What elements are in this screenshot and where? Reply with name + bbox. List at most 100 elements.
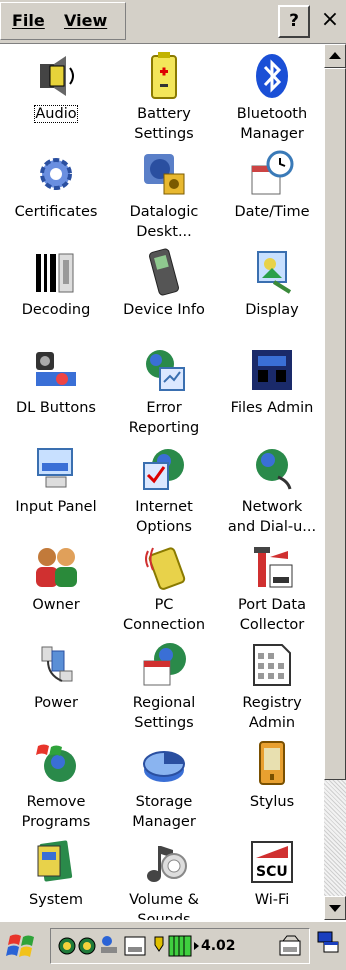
wifi-icon: SCU [251, 841, 293, 883]
control-panel-item-date-time[interactable]: Date/Time [218, 150, 324, 222]
menu-file[interactable]: File [12, 11, 45, 30]
power-icon [41, 646, 73, 682]
network-icon [256, 449, 292, 490]
control-panel-item-device-info[interactable]: Device Info [110, 248, 218, 320]
control-panel-item-registry-admin[interactable]: Registry Admin [218, 641, 324, 733]
tray-power-plug-icon [154, 936, 164, 952]
control-panel-item-input-panel[interactable]: Input Panel [2, 445, 110, 517]
system-icon [37, 840, 73, 882]
audio-icon [40, 56, 74, 96]
certificates-icon [40, 158, 72, 190]
volume-sounds-icon [147, 846, 187, 882]
desktop-icon[interactable] [316, 930, 342, 962]
control-panel-item-certificates[interactable]: Certificates [2, 150, 110, 222]
control-panel-item-datalogic-desktop[interactable]: Datalogic Deskt... [110, 150, 218, 242]
scroll-up-button[interactable] [324, 44, 346, 68]
control-panel-item-label: Owner [32, 597, 80, 613]
control-panel-item-label: Wi-Fi [254, 892, 290, 908]
control-panel-item-display[interactable]: Display [218, 248, 324, 320]
control-panel-item-label: Bluetooth Manager [236, 106, 308, 142]
control-panel-item-label: Error Reporting [128, 400, 200, 436]
control-panel-item-error-reporting[interactable]: Error Reporting [110, 346, 218, 438]
control-panel-item-label: DL Buttons [16, 400, 96, 416]
storage-manager-icon [143, 751, 185, 782]
control-panel-item-label: Internet Options [135, 499, 193, 535]
control-panel-grid: Audio Battery Settings Bluetooth Manager Ce… [0, 44, 324, 920]
control-panel-item-wifi[interactable]: SCU Wi-Fi [218, 838, 324, 910]
tray-battery-icon [168, 935, 199, 957]
vertical-scrollbar[interactable] [324, 44, 346, 920]
help-button[interactable]: ? [278, 5, 310, 38]
control-panel-item-label: Power [34, 695, 78, 711]
control-panel-item-pc-connection[interactable]: PC Connection [110, 543, 218, 635]
control-panel-item-port-data-collector[interactable]: Port Data Collector [218, 543, 324, 635]
control-panel-item-label: Regional Settings [132, 695, 196, 731]
internet-options-icon [143, 449, 184, 490]
control-panel-item-storage-manager[interactable]: Storage Manager [110, 740, 218, 832]
display-icon [257, 251, 292, 294]
start-button[interactable] [6, 930, 38, 962]
control-panel-item-label: Input Panel [15, 499, 97, 515]
control-panel-item-label: Files Admin [230, 400, 314, 416]
remove-programs-icon [36, 744, 76, 782]
control-panel-item-label: System [28, 892, 84, 908]
tray-keyboard-icon [124, 936, 146, 956]
control-panel-item-label: PC Connection [122, 597, 206, 633]
pc-connection-icon [145, 547, 186, 590]
tray-globe-icon-2 [78, 937, 96, 955]
port-data-collector-icon [254, 547, 293, 588]
control-panel-item-system[interactable]: System [2, 838, 110, 910]
control-panel-item-label: Remove Programs [21, 794, 91, 830]
battery-icon [151, 52, 177, 99]
battery-level-text: 4.02 [201, 938, 236, 954]
control-panel-item-stylus[interactable]: Stylus [218, 740, 324, 812]
control-panel-item-label: Certificates [14, 204, 98, 220]
close-button[interactable]: × [314, 5, 346, 38]
control-panel-item-regional-settings[interactable]: Regional Settings [110, 641, 218, 733]
control-panel-item-label: Battery Settings [134, 106, 194, 142]
owner-icon [36, 548, 77, 587]
system-tray: 4.02 [50, 928, 310, 964]
control-panel-item-files-admin[interactable]: Files Admin [218, 346, 324, 418]
control-panel-item-label: Stylus [249, 794, 295, 810]
tray-globe-icon-1 [58, 937, 76, 955]
scroll-thumb[interactable] [324, 68, 346, 780]
control-panel-item-label: Network and Dial-u... [227, 499, 317, 535]
control-panel-item-owner[interactable]: Owner [2, 543, 110, 615]
stylus-icon [259, 741, 285, 785]
control-panel-item-dl-buttons[interactable]: DL Buttons [2, 346, 110, 418]
control-panel-item-audio[interactable]: Audio [2, 52, 110, 124]
decoding-icon [36, 253, 74, 293]
control-panel-item-label: Registry Admin [242, 695, 302, 731]
device-info-icon [149, 248, 179, 296]
control-panel-item-label: Port Data Collector [238, 597, 306, 633]
control-panel-item-label: Audio [34, 105, 78, 123]
error-reporting-icon [146, 350, 185, 391]
menu-bar: File View ? × [0, 0, 346, 44]
control-panel-item-bluetooth[interactable]: Bluetooth Manager [218, 52, 324, 144]
control-panel-item-label: Storage Manager [132, 794, 196, 830]
control-panel-item-battery[interactable]: Battery Settings [110, 52, 218, 144]
scroll-up-arrow-icon [329, 52, 341, 59]
control-panel-item-label: Device Info [123, 302, 205, 318]
scroll-down-arrow-icon [329, 905, 341, 912]
control-panel-item-network[interactable]: Network and Dial-u... [218, 445, 324, 537]
control-panel-item-label: Display [245, 302, 299, 318]
dl-buttons-icon [36, 352, 76, 386]
bluetooth-icon [256, 54, 288, 98]
registry-admin-icon [253, 644, 291, 686]
date-time-icon [251, 150, 294, 195]
scroll-down-button[interactable] [324, 896, 346, 920]
windows-flag-icon [6, 934, 34, 957]
control-panel-item-power[interactable]: Power [2, 641, 110, 713]
menu-view[interactable]: View [64, 11, 107, 30]
svg-text:SCU: SCU [256, 864, 288, 880]
tray-input-icon[interactable] [277, 933, 303, 959]
control-panel-item-volume-sounds[interactable]: Volume & Sounds [110, 838, 218, 920]
files-admin-icon [252, 350, 292, 390]
control-panel-item-label: Date/Time [234, 204, 310, 220]
control-panel-item-remove-programs[interactable]: Remove Programs [2, 740, 110, 832]
control-panel-item-label: Datalogic Deskt... [129, 204, 199, 240]
control-panel-item-decoding[interactable]: Decoding [2, 248, 110, 320]
control-panel-item-internet-options[interactable]: Internet Options [110, 445, 218, 537]
